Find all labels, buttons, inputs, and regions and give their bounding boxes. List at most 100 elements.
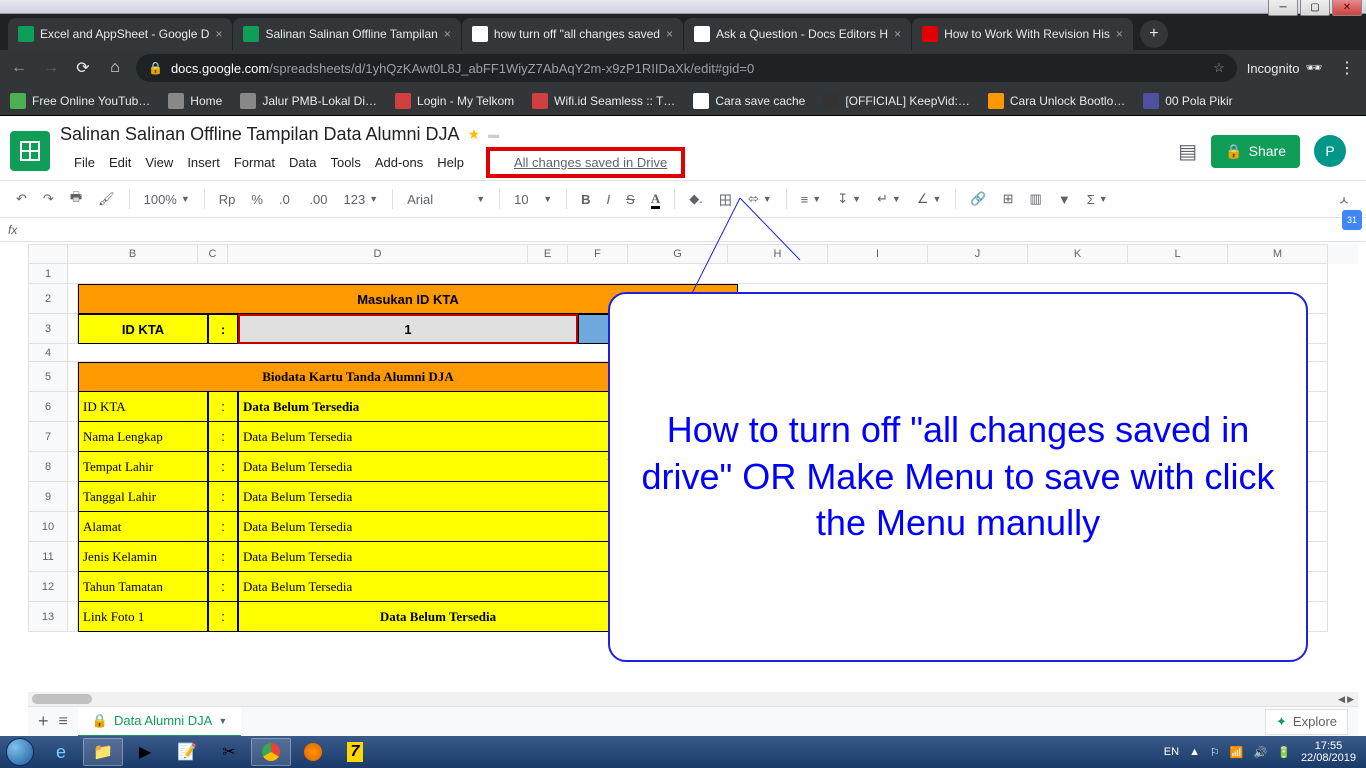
column-header[interactable]: J [928, 244, 1028, 264]
row-header[interactable]: 11 [28, 542, 68, 572]
cell[interactable]: Data Belum Tersedia [238, 512, 638, 542]
sheets-logo-icon[interactable] [10, 131, 50, 171]
tray-battery-icon[interactable]: 🔋 [1277, 746, 1291, 759]
explore-button[interactable]: ✦Explore [1265, 709, 1348, 735]
row-header[interactable]: 10 [28, 512, 68, 542]
tab-close-icon[interactable]: × [215, 27, 222, 41]
cell[interactable]: Tahun Tamatan [78, 572, 208, 602]
filter-button[interactable]: ▼ [1052, 188, 1077, 211]
cell[interactable]: ID KTA [78, 314, 208, 344]
browser-tab[interactable]: how turn off "all changes saved× [462, 18, 683, 50]
cell[interactable]: Tempat Lahir [78, 452, 208, 482]
font-size-select[interactable]: 10▼ [508, 190, 558, 209]
column-header[interactable]: L [1128, 244, 1228, 264]
add-sheet-button[interactable]: + [38, 711, 49, 732]
comments-icon[interactable]: ▤ [1178, 139, 1197, 164]
cell[interactable] [68, 602, 78, 632]
column-header[interactable]: F [568, 244, 628, 264]
cell[interactable]: : [208, 602, 238, 632]
window-minimize-button[interactable]: ─ [1268, 0, 1298, 16]
taskbar-chrome-icon[interactable] [251, 738, 291, 766]
tab-close-icon[interactable]: × [1116, 27, 1123, 41]
tray-language[interactable]: EN [1164, 746, 1179, 758]
taskbar-snip-icon[interactable]: ✂ [209, 738, 249, 766]
row-header[interactable]: 7 [28, 422, 68, 452]
calendar-icon[interactable]: 31 [1342, 210, 1362, 230]
wrap-button[interactable]: ↵▼ [871, 189, 907, 209]
chart-button[interactable]: ▥ [1024, 187, 1048, 211]
fill-color-button[interactable]: ◆. [683, 187, 709, 211]
tab-close-icon[interactable]: × [894, 27, 901, 41]
column-header[interactable]: K [1028, 244, 1128, 264]
v-align-button[interactable]: ↧▼ [831, 189, 867, 209]
address-bar[interactable]: 🔒 docs.google.com/spreadsheets/d/1yhQzKA… [136, 54, 1237, 82]
bookmark-item[interactable]: Wifi.id Seamless :: T… [532, 93, 675, 109]
cell[interactable] [68, 452, 78, 482]
row-header[interactable]: 4 [28, 344, 68, 362]
bookmark-item[interactable]: 00 Pola Pikir [1143, 93, 1232, 109]
bookmark-item[interactable]: Free Online YouTub… [10, 93, 150, 109]
row-header[interactable]: 6 [28, 392, 68, 422]
column-header[interactable]: I [828, 244, 928, 264]
link-button[interactable]: 🔗 [964, 187, 992, 211]
menu-data[interactable]: Data [282, 151, 323, 174]
start-button[interactable] [0, 736, 40, 768]
cell[interactable]: : [208, 512, 238, 542]
formula-bar[interactable]: fx [0, 218, 1366, 242]
menu-file[interactable]: File [67, 151, 102, 174]
menu-insert[interactable]: Insert [180, 151, 227, 174]
cell[interactable]: Data Belum Tersedia [238, 602, 638, 632]
bookmark-item[interactable]: Login - My Telkom [395, 93, 514, 109]
column-header[interactable]: B [68, 244, 198, 264]
nav-forward-button[interactable]: → [40, 59, 62, 77]
row-header[interactable]: 1 [28, 264, 68, 284]
bookmark-item[interactable]: Home [168, 93, 222, 109]
menu-view[interactable]: View [138, 151, 180, 174]
bookmark-item[interactable]: [OFFICIAL] KeepVid:… [823, 93, 970, 109]
merge-button[interactable]: ⬄▼ [742, 189, 778, 209]
cell[interactable]: Data Belum Tersedia [238, 422, 638, 452]
cell[interactable]: Link Foto 1 [78, 602, 208, 632]
cell[interactable]: : [208, 392, 238, 422]
taskbar-sticky-icon[interactable]: 📝 [167, 738, 207, 766]
browser-tab[interactable]: Ask a Question - Docs Editors H× [684, 18, 911, 50]
taskbar-firefox-icon[interactable] [293, 738, 333, 766]
cell[interactable] [68, 362, 78, 392]
cell[interactable] [68, 422, 78, 452]
row-header[interactable]: 13 [28, 602, 68, 632]
star-icon[interactable]: ★ [468, 126, 481, 143]
strikethrough-button[interactable]: S [620, 188, 641, 211]
tray-flag-icon[interactable]: ⚐ [1210, 746, 1220, 759]
all-sheets-button[interactable]: ≡ [59, 713, 68, 731]
cell[interactable] [68, 314, 78, 344]
browser-menu-button[interactable]: ⋮ [1336, 58, 1358, 78]
cell[interactable]: : [208, 482, 238, 512]
increase-decimal-button[interactable]: .00 [303, 188, 333, 211]
menu-format[interactable]: Format [227, 151, 282, 174]
cell[interactable]: Data Belum Tersedia [238, 482, 638, 512]
decrease-decimal-button[interactable]: .0 [273, 188, 299, 211]
account-avatar[interactable]: P [1314, 135, 1346, 167]
redo-button[interactable]: ↷ [37, 187, 60, 211]
share-button[interactable]: 🔒 Share [1211, 135, 1300, 168]
column-header[interactable]: D [228, 244, 528, 264]
cell[interactable]: 1 [238, 314, 578, 344]
bookmark-item[interactable]: Cara save cache [693, 93, 805, 109]
cell[interactable] [68, 512, 78, 542]
new-tab-button[interactable]: + [1140, 20, 1168, 48]
taskbar-ie-icon[interactable]: e [41, 738, 81, 766]
menu-add-ons[interactable]: Add-ons [368, 151, 430, 174]
paint-format-button[interactable]: 🖌 [92, 187, 121, 211]
row-header[interactable]: 12 [28, 572, 68, 602]
system-tray[interactable]: EN ▲ ⚐ 📶 🔊 🔋 17:55 22/08/2019 [1164, 740, 1366, 764]
borders-button[interactable]: 田 [713, 186, 738, 213]
cell[interactable]: Data Belum Tersedia [238, 572, 638, 602]
currency-button[interactable]: Rp [213, 188, 242, 211]
cell[interactable]: Tanggal Lahir [78, 482, 208, 512]
italic-button[interactable]: I [601, 188, 617, 211]
cell[interactable] [68, 264, 1328, 284]
rotate-button[interactable]: ∠▼ [911, 189, 948, 209]
column-header[interactable]: E [528, 244, 568, 264]
column-header[interactable]: M [1228, 244, 1328, 264]
cell[interactable]: : [208, 452, 238, 482]
